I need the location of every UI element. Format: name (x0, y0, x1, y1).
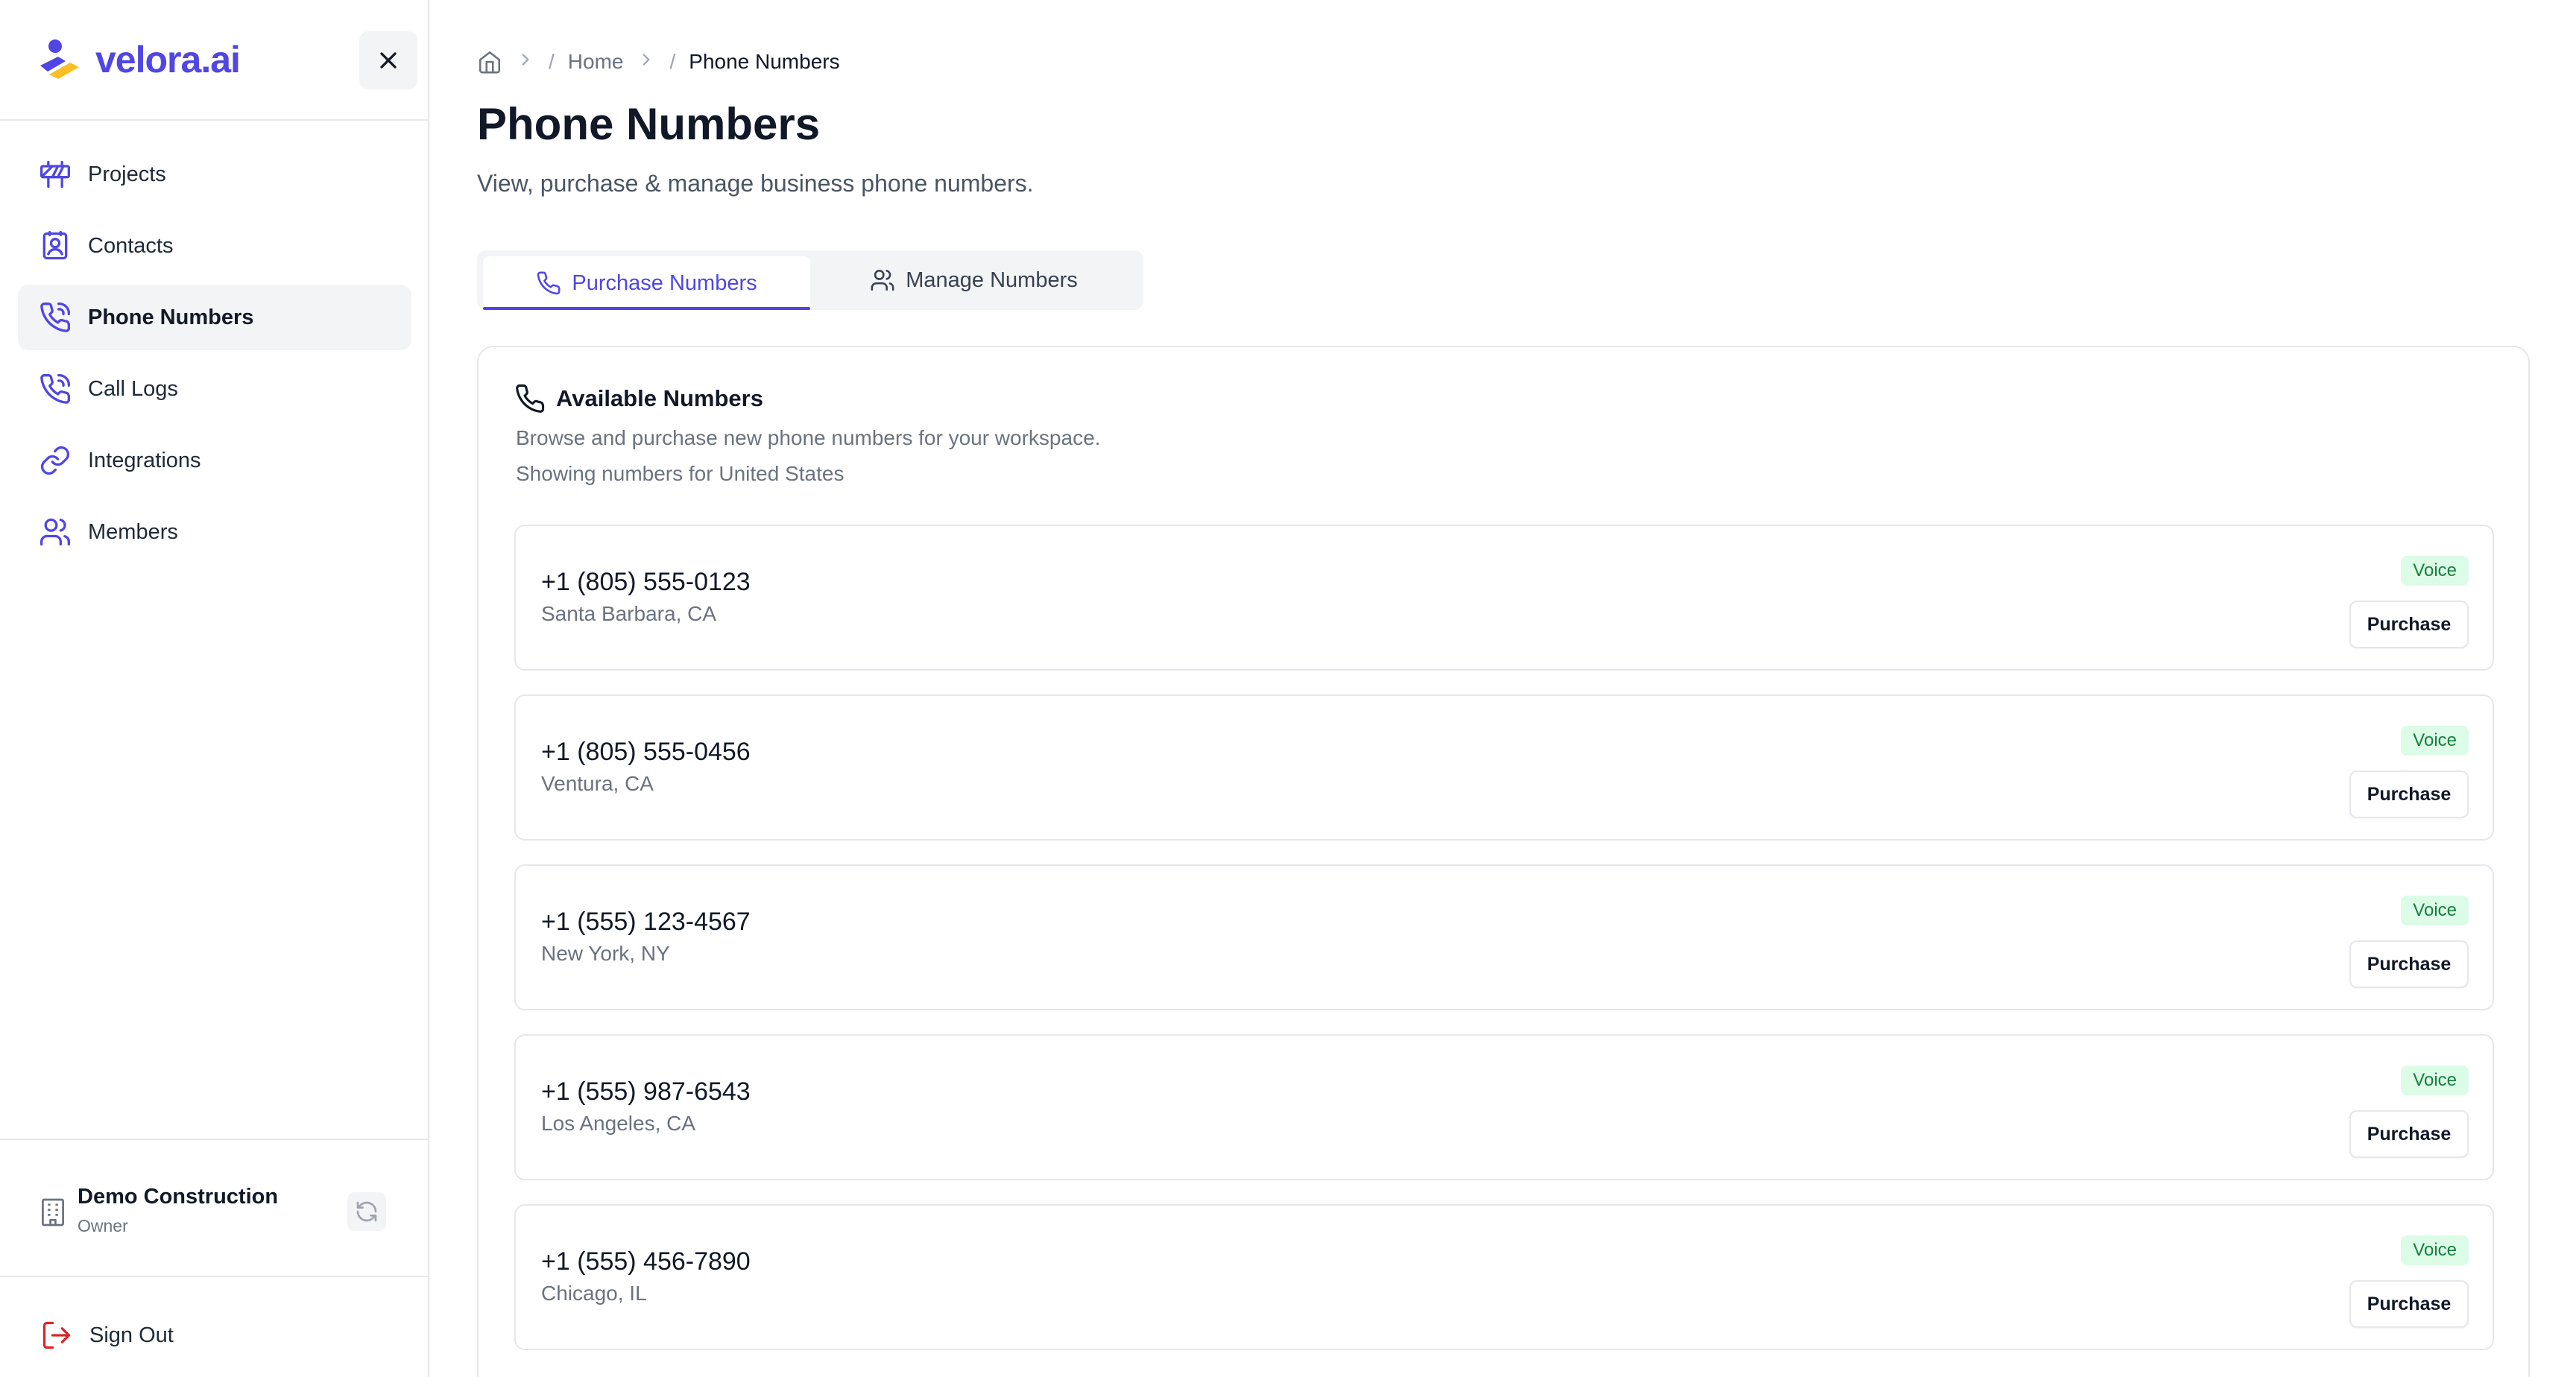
breadcrumb-current: Phone Numbers (689, 50, 840, 73)
list-item: +1 (555) 123-4567 New York, NY Voice Pur… (514, 864, 2494, 1010)
building-icon (42, 1198, 64, 1226)
purchase-button[interactable]: Purchase (2349, 601, 2469, 648)
sidebar-item-label: Projects (88, 162, 166, 186)
phone-location: New York, NY (541, 942, 670, 965)
sidebar-header: velora.ai (0, 0, 428, 121)
sidebar-item-phone-numbers[interactable]: Phone Numbers (18, 285, 411, 350)
list-item: +1 (805) 555-0456 Ventura, CA Voice Purc… (514, 694, 2494, 841)
phone-number: +1 (805) 555-0123 (541, 568, 751, 596)
phone-number: +1 (555) 987-6543 (541, 1077, 751, 1106)
page-subtitle: View, purchase & manage business phone n… (477, 170, 1034, 197)
sidebar-item-integrations[interactable]: Integrations (18, 428, 411, 493)
breadcrumb: / Home / Phone Numbers (477, 49, 840, 75)
phone-icon (516, 384, 545, 413)
voice-badge: Voice (2401, 556, 2469, 586)
logo-text: velora.ai (95, 39, 241, 80)
sidebar-item-members[interactable]: Members (18, 499, 411, 565)
voice-badge: Voice (2401, 1235, 2469, 1265)
phone-location: Los Angeles, CA (541, 1112, 696, 1135)
users-icon (40, 518, 70, 546)
list-item: +1 (555) 456-7890 Chicago, IL Voice Purc… (514, 1204, 2494, 1350)
page-title: Phone Numbers (477, 99, 821, 149)
phone-number: +1 (555) 456-7890 (541, 1247, 751, 1276)
workspace-role: Owner (78, 1216, 128, 1235)
sidebar-item-label: Integrations (88, 448, 201, 472)
workspace-name: Demo Construction (78, 1185, 279, 1209)
sidebar-item-contacts[interactable]: Contacts (18, 213, 411, 279)
sign-out-button[interactable]: Sign Out (40, 1319, 174, 1352)
phone-location: Ventura, CA (541, 772, 654, 795)
tab-purchase-numbers[interactable]: Purchase Numbers (483, 256, 810, 310)
sidebar-item-call-logs[interactable]: Call Logs (18, 356, 411, 422)
close-sidebar-button[interactable] (359, 31, 417, 89)
list-item: +1 (555) 987-6543 Los Angeles, CA Voice … (514, 1034, 2494, 1180)
tabs: Purchase Numbers Manage Numbers (477, 250, 1143, 310)
phone-location: Chicago, IL (541, 1282, 647, 1305)
purchase-button[interactable]: Purchase (2349, 1280, 2469, 1328)
breadcrumb-separator (516, 50, 535, 75)
voice-badge: Voice (2401, 896, 2469, 925)
voice-badge: Voice (2401, 1066, 2469, 1095)
logo[interactable]: velora.ai (36, 36, 241, 83)
phone-call-icon (40, 374, 70, 404)
list-item: +1 (805) 555-0123 Santa Barbara, CA Voic… (514, 525, 2494, 671)
tab-label: Manage Numbers (906, 268, 1078, 292)
phone-number: +1 (805) 555-0456 (541, 738, 751, 766)
sidebar-item-label: Members (88, 519, 178, 544)
phone-icon (537, 271, 561, 295)
phone-number: +1 (555) 123-4567 (541, 908, 751, 936)
app-root: velora.ai Projects Contacts Phone Number… (0, 0, 2576, 1377)
link-icon (41, 446, 69, 475)
switch-workspace-button[interactable] (347, 1192, 386, 1231)
purchase-button[interactable]: Purchase (2349, 1110, 2469, 1158)
home-icon[interactable] (477, 49, 502, 75)
purchase-button[interactable]: Purchase (2349, 770, 2469, 818)
sidebar-item-label: Contacts (88, 233, 174, 258)
refresh-icon (356, 1201, 377, 1222)
workspace-switcher[interactable]: Demo Construction Owner (0, 1139, 428, 1277)
voice-badge: Voice (2401, 726, 2469, 756)
available-numbers-card: Available Numbers Browse and purchase ne… (477, 346, 2530, 1377)
sidebar-item-label: Call Logs (88, 376, 178, 401)
velora-logo-icon (40, 39, 79, 79)
construction-barrier-icon (40, 160, 70, 189)
tab-manage-numbers[interactable]: Manage Numbers (810, 250, 1137, 310)
breadcrumb-slash: / (549, 50, 555, 73)
country-note: Showing numbers for United States (516, 462, 845, 485)
close-icon (380, 52, 397, 69)
number-list: +1 (805) 555-0123 Santa Barbara, CA Voic… (514, 525, 2494, 1374)
sidebar-nav: Projects Contacts Phone Numbers Call Log… (18, 142, 411, 571)
breadcrumb-separator (637, 50, 656, 75)
log-out-icon (42, 1321, 71, 1349)
breadcrumb-slash: / (669, 50, 676, 73)
sidebar: velora.ai Projects Contacts Phone Number… (0, 0, 429, 1377)
tab-label: Purchase Numbers (572, 270, 757, 295)
chevron-right-icon (643, 53, 651, 66)
phone-location: Santa Barbara, CA (541, 602, 717, 625)
sidebar-item-projects[interactable]: Projects (18, 142, 411, 207)
users-icon (871, 269, 894, 291)
sign-out-label: Sign Out (89, 1323, 174, 1347)
card-header: Available Numbers (514, 383, 763, 414)
chevron-right-icon (522, 53, 529, 66)
sidebar-item-label: Phone Numbers (88, 305, 254, 329)
phone-call-icon (40, 303, 70, 332)
card-description: Browse and purchase new phone numbers fo… (516, 426, 1101, 449)
purchase-button[interactable]: Purchase (2349, 940, 2469, 988)
card-title: Available Numbers (556, 385, 763, 411)
main-content: / Home / Phone Numbers Phone Numbers Vie… (429, 0, 2576, 1377)
contact-book-icon (42, 231, 68, 260)
breadcrumb-home[interactable]: Home (568, 50, 624, 74)
